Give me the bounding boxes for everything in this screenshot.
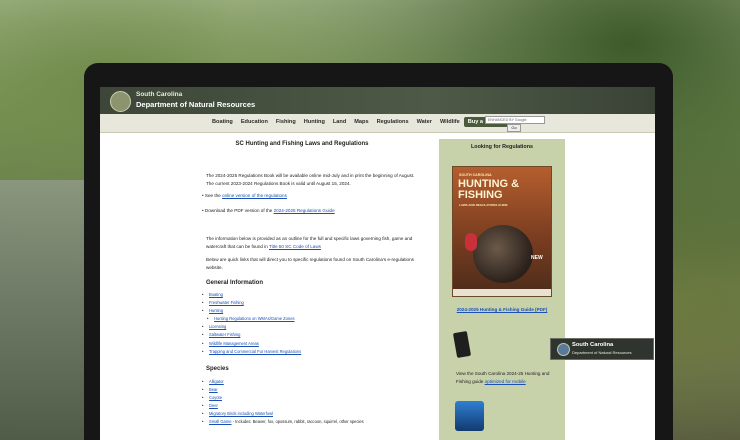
general-info-heading: General Information: [206, 280, 264, 286]
list-item-wma[interactable]: Wildlife Management Areas: [202, 340, 422, 348]
small-game-link[interactable]: Small Game: [209, 419, 232, 424]
cover-footer: [453, 289, 551, 296]
nav-regulations[interactable]: Regulations: [373, 117, 413, 127]
water-background: [0, 180, 95, 440]
list-item-small-game: Small Game - Includes: Beaver, fox, opos…: [202, 418, 422, 426]
list-item-alligator[interactable]: Alligator: [202, 378, 422, 386]
see-regulations-line: • See the online version of the regulati…: [202, 192, 422, 200]
species-list: Alligator Bear Coyote Deer Migratory Bir…: [202, 378, 422, 427]
quicklinks-paragraph: Below are quick links that will direct y…: [206, 257, 414, 270]
page-title: SC Hunting and Fishing Laws and Regulati…: [235, 141, 369, 147]
guide-cover-image[interactable]: SOUTH CAROLINA HUNTING & FISHING LAWS AN…: [452, 166, 552, 297]
list-item-migratory-birds[interactable]: Migratory Birds including Waterfowl: [202, 410, 422, 418]
nav-water[interactable]: Water: [413, 117, 436, 127]
badge-line2: Department of Natural Resources: [572, 350, 632, 355]
list-item-trapping[interactable]: Trapping and Commercial Fur Harvest Regu…: [202, 348, 422, 356]
pdf-prefix: Download the PDF version of the: [204, 208, 273, 213]
cover-new-badge: NEW: [531, 255, 543, 261]
cover-title: HUNTING & FISHING: [458, 178, 520, 201]
nav-fishing[interactable]: Fishing: [272, 117, 300, 127]
outline-paragraph: The information below is provided as an …: [206, 235, 418, 250]
turkey-head-image: [465, 233, 477, 251]
nav-boating[interactable]: Boating: [208, 117, 237, 127]
scdnr-overlay-badge: South Carolina Department of Natural Res…: [550, 338, 654, 360]
online-regulations-link[interactable]: online version of the regulations: [222, 193, 287, 198]
species-heading: Species: [206, 366, 229, 372]
list-item-saltwater-fishing[interactable]: Saltwater Fishing: [202, 331, 422, 339]
fish-app-icon[interactable]: [455, 401, 484, 431]
list-item-hunting[interactable]: Hunting: [202, 307, 422, 315]
turkey-image: [473, 225, 533, 283]
scdnr-seal-icon[interactable]: [110, 91, 131, 112]
phone-icon: [452, 330, 472, 359]
list-item-boating[interactable]: Boating: [202, 291, 422, 299]
scdnr-badge-seal-icon: [557, 343, 570, 356]
mobile-guide-text: View the South Carolina 2024-25 Hunting …: [456, 370, 556, 386]
regulations-sidebar: Looking for Regulations SOUTH CAROLINA H…: [439, 139, 565, 440]
nav-wildlife[interactable]: Wildlife: [436, 117, 464, 127]
intro-paragraph: The 2024-2025 Regulations Book will be a…: [206, 173, 415, 186]
pdf-line: • Download the PDF version of the 2024-2…: [202, 207, 422, 215]
cover-subtitle: LAWS AND REGULATIONS GUIDE: [459, 203, 508, 207]
browser-screen: South Carolina Department of Natural Res…: [100, 87, 655, 440]
list-item-coyote[interactable]: Coyote: [202, 394, 422, 402]
search-go-button[interactable]: Go: [507, 124, 521, 132]
mobile-guide-link[interactable]: optimized for mobile: [485, 379, 526, 384]
site-header: South Carolina Department of Natural Res…: [100, 87, 655, 114]
list-item-licensing[interactable]: Licensing: [202, 323, 422, 331]
nav-education[interactable]: Education: [237, 117, 272, 127]
general-info-list: Boating Freshwater Fishing Hunting Hunti…: [202, 291, 422, 356]
title-50-link[interactable]: Title 50 SC Code of Laws: [269, 244, 321, 249]
list-item-freshwater-fishing[interactable]: Freshwater Fishing: [202, 299, 422, 307]
nav-hunting[interactable]: Hunting: [300, 117, 329, 127]
badge-line1: South Carolina: [572, 342, 614, 348]
guide-pdf-link[interactable]: 2024-2025 Hunting & Fishing Guide (PDF): [455, 306, 549, 314]
list-item-bear[interactable]: Bear: [202, 386, 422, 394]
sidebar-title: Looking for Regulations: [471, 144, 533, 150]
org-name-line2: Department of Natural Resources: [136, 100, 256, 109]
nav-items: Boating Education Fishing Hunting Land M…: [208, 117, 508, 127]
list-item-deer[interactable]: Deer: [202, 402, 422, 410]
regulations-guide-link[interactable]: 2024-2025 Regulations Guide: [274, 208, 335, 213]
list-item-wma-hunting-regs[interactable]: Hunting Regulations on WMAs/Game Zones: [202, 315, 422, 323]
small-game-details: - Includes: Beaver, fox, opossum, rabbit…: [231, 419, 364, 425]
search-input[interactable]: ENHANCED BY Google: [485, 116, 545, 124]
main-nav: Boating Education Fishing Hunting Land M…: [100, 114, 655, 133]
nav-land[interactable]: Land: [329, 117, 350, 127]
nav-maps[interactable]: Maps: [350, 117, 372, 127]
cover-state: SOUTH CAROLINA: [459, 173, 492, 177]
org-name-line1: South Carolina: [136, 91, 183, 98]
see-prefix: See the: [204, 193, 221, 198]
